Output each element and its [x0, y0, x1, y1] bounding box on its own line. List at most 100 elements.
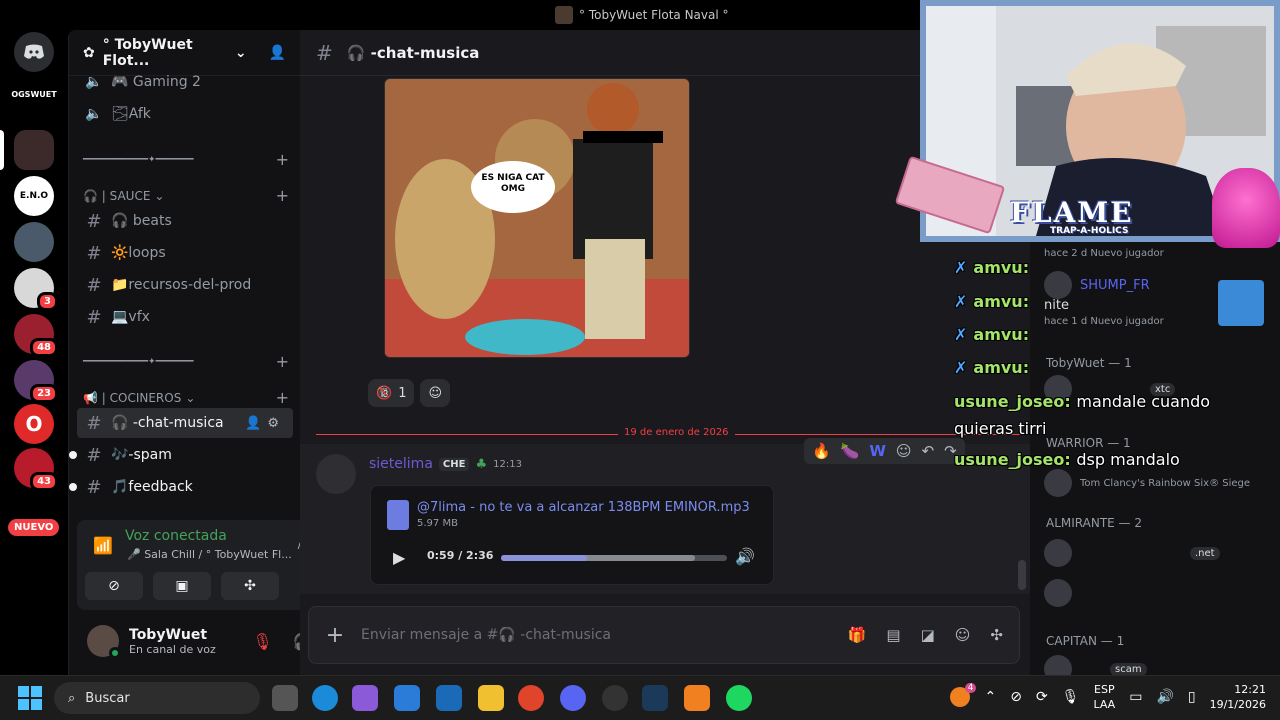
sword-icon: ✗ — [954, 292, 968, 311]
fire-reaction-icon[interactable]: 🔥 — [812, 442, 831, 460]
w-reaction-icon[interactable]: W — [869, 442, 886, 460]
server-item[interactable]: 48 — [14, 314, 58, 357]
notification-app-icon[interactable]: 4 — [950, 683, 977, 707]
invite-icon[interactable]: 👤 — [269, 45, 286, 61]
channel-recursos[interactable]: # 📁recursos-del-prod — [77, 270, 293, 300]
server-item[interactable]: 3 — [14, 268, 58, 311]
add-reaction-icon[interactable]: ☺ — [896, 442, 912, 460]
channel-vfx[interactable]: # 💻vfx — [77, 302, 293, 332]
scrollbar[interactable] — [1018, 560, 1026, 590]
channel-settings-icons[interactable]: 👤⚙ — [245, 416, 285, 431]
volume-icon[interactable]: 🔊 — [735, 547, 755, 566]
eggplant-reaction-icon[interactable]: 🍆 — [841, 442, 860, 460]
volume-icon[interactable]: 🔊 — [1156, 689, 1173, 705]
audio-file-name[interactable]: @7lima - no te va a alcanzar 138BPM EMIN… — [417, 500, 750, 515]
smiley-icon: ☺ — [428, 385, 443, 401]
server-tobywuet[interactable] — [14, 130, 54, 170]
message-author[interactable]: sietelima — [369, 456, 433, 472]
server-item[interactable]: 43 — [14, 448, 58, 491]
gif-icon[interactable]: ▤ — [886, 626, 900, 644]
server-tag[interactable]: CHE — [438, 457, 470, 471]
gift-icon[interactable]: 🎁 — [848, 626, 867, 644]
member-activity: hace 2 d Nuevo jugador — [1044, 247, 1164, 259]
system-tray: 4 ⌃ ⊘ ⟳ 🎙 ESP LAA ▭ 🔊 ▯ 12:21 19/1/2026 — [950, 682, 1266, 712]
author-avatar[interactable] — [316, 454, 356, 494]
message-input[interactable] — [361, 627, 848, 643]
camera-off-button[interactable]: ⊘ — [85, 572, 143, 600]
input-language[interactable]: ESP LAA — [1093, 682, 1115, 712]
message-composer: + 🎁 ▤ ◪ ☺ ✣ — [308, 606, 1020, 664]
obs-icon[interactable] — [602, 685, 628, 711]
plus-icon[interactable]: + — [276, 186, 289, 205]
chevron-up-icon[interactable]: ⌃ — [984, 689, 996, 705]
display-icon[interactable]: ▭ — [1129, 689, 1142, 705]
new-badge[interactable]: NUEVO — [8, 519, 60, 536]
reaction-pill[interactable]: 🔞 1 — [368, 379, 415, 407]
server-item[interactable] — [14, 222, 54, 262]
hash-icon: # — [86, 444, 102, 466]
add-reaction-button[interactable]: ☺ — [420, 379, 451, 407]
apps-icon[interactable]: ✣ — [990, 626, 1003, 644]
battery-icon[interactable]: ▯ — [1188, 689, 1196, 705]
server-eno[interactable]: E.N.O — [14, 176, 54, 216]
server-item[interactable]: O — [14, 404, 54, 444]
taskbar-search[interactable]: ⌕ Buscar — [54, 682, 260, 714]
voice-channel-gaming2[interactable]: 🔈 🎮 Gaming 2 — [77, 67, 293, 97]
category-cocineros[interactable]: 📢 | COCINEROS ⌄ + — [83, 388, 289, 407]
channel-spam[interactable]: # 🎶-spam — [69, 440, 293, 470]
member-item[interactable] — [1044, 578, 1072, 608]
windows-start-icon[interactable] — [18, 686, 42, 710]
play-icon[interactable]: ▶ — [393, 548, 405, 567]
voice-location[interactable]: 🎤 Sala Chill / ° TobyWuet Fl... — [127, 548, 292, 561]
voice-channel-afk[interactable]: 🔈 🌫Afk — [77, 99, 293, 129]
plus-icon[interactable]: + — [276, 150, 289, 169]
hash-icon: # — [86, 412, 102, 434]
sticker-icon[interactable]: ◪ — [921, 626, 935, 644]
channel-beats[interactable]: # 🎧 beats — [77, 206, 293, 236]
channel-chat-musica[interactable]: # 🎧 -chat-musica 👤⚙ — [77, 408, 293, 438]
sword-icon: ✗ — [954, 258, 968, 277]
voice-status[interactable]: Voz conectada — [125, 528, 227, 544]
category-sauce[interactable]: 🎧 | SAUCE ⌄ + — [83, 186, 289, 205]
activities-button[interactable]: ✣ — [221, 572, 279, 600]
file-explorer-icon[interactable] — [478, 685, 504, 711]
vlc-icon[interactable] — [684, 685, 710, 711]
member-item[interactable]: Tom Clancy's Rainbow Six® Siege — [1044, 468, 1250, 498]
audio-seek-bar[interactable] — [501, 555, 727, 561]
plus-icon[interactable]: + — [309, 623, 361, 648]
task-view-icon[interactable] — [272, 685, 298, 711]
plus-icon[interactable]: + — [276, 388, 289, 407]
mic-muted-icon[interactable]: 🎙 — [252, 632, 272, 651]
server-rail: OGSWUET E.N.O 3 48 23 O 43 NUEVO — [0, 30, 68, 675]
discord-icon[interactable] — [560, 685, 586, 711]
avatar[interactable] — [87, 625, 121, 659]
image-attachment[interactable]: ES NIGA CAT OMG — [384, 78, 690, 358]
plus-icon[interactable]: + — [276, 352, 289, 371]
copilot-icon[interactable] — [352, 685, 378, 711]
mic-off-icon[interactable]: ⊘ — [1010, 689, 1022, 705]
server-item[interactable]: 23 — [14, 360, 58, 403]
channel-loops[interactable]: # 🔆loops — [77, 238, 293, 268]
clock[interactable]: 12:21 19/1/2026 — [1210, 682, 1266, 712]
store-icon[interactable] — [394, 685, 420, 711]
steam-icon[interactable] — [642, 685, 668, 711]
channel-feedback[interactable]: # 🎵feedback — [69, 472, 293, 502]
hash-icon: # — [316, 40, 333, 65]
member-item[interactable]: .net — [1044, 538, 1220, 568]
emoji-icon[interactable]: ☺ — [955, 626, 971, 644]
separator-category[interactable]: ━━━━━━━━━━━━✦━━━━━━━ + — [83, 352, 289, 371]
chrome-icon[interactable] — [518, 685, 544, 711]
sync-icon[interactable]: ⟳ — [1036, 689, 1048, 705]
edge-icon[interactable] — [312, 685, 338, 711]
reply-icon[interactable]: ↶ — [922, 442, 935, 460]
server-ogswuet[interactable]: OGSWUET — [11, 82, 57, 106]
discord-home-icon[interactable] — [14, 32, 54, 72]
outlook-icon[interactable] — [436, 685, 462, 711]
channel-label: 🌫Afk — [111, 106, 151, 122]
separator-category[interactable]: ━━━━━━━━━━━━✦━━━━━━━ + — [83, 150, 289, 169]
spotify-icon[interactable] — [726, 685, 752, 711]
audio-buffer — [501, 555, 696, 561]
role-icon: ♣ — [475, 456, 488, 472]
screen-share-button[interactable]: ▣ — [153, 572, 211, 600]
mic-icon[interactable]: 🎙 — [1062, 689, 1080, 705]
